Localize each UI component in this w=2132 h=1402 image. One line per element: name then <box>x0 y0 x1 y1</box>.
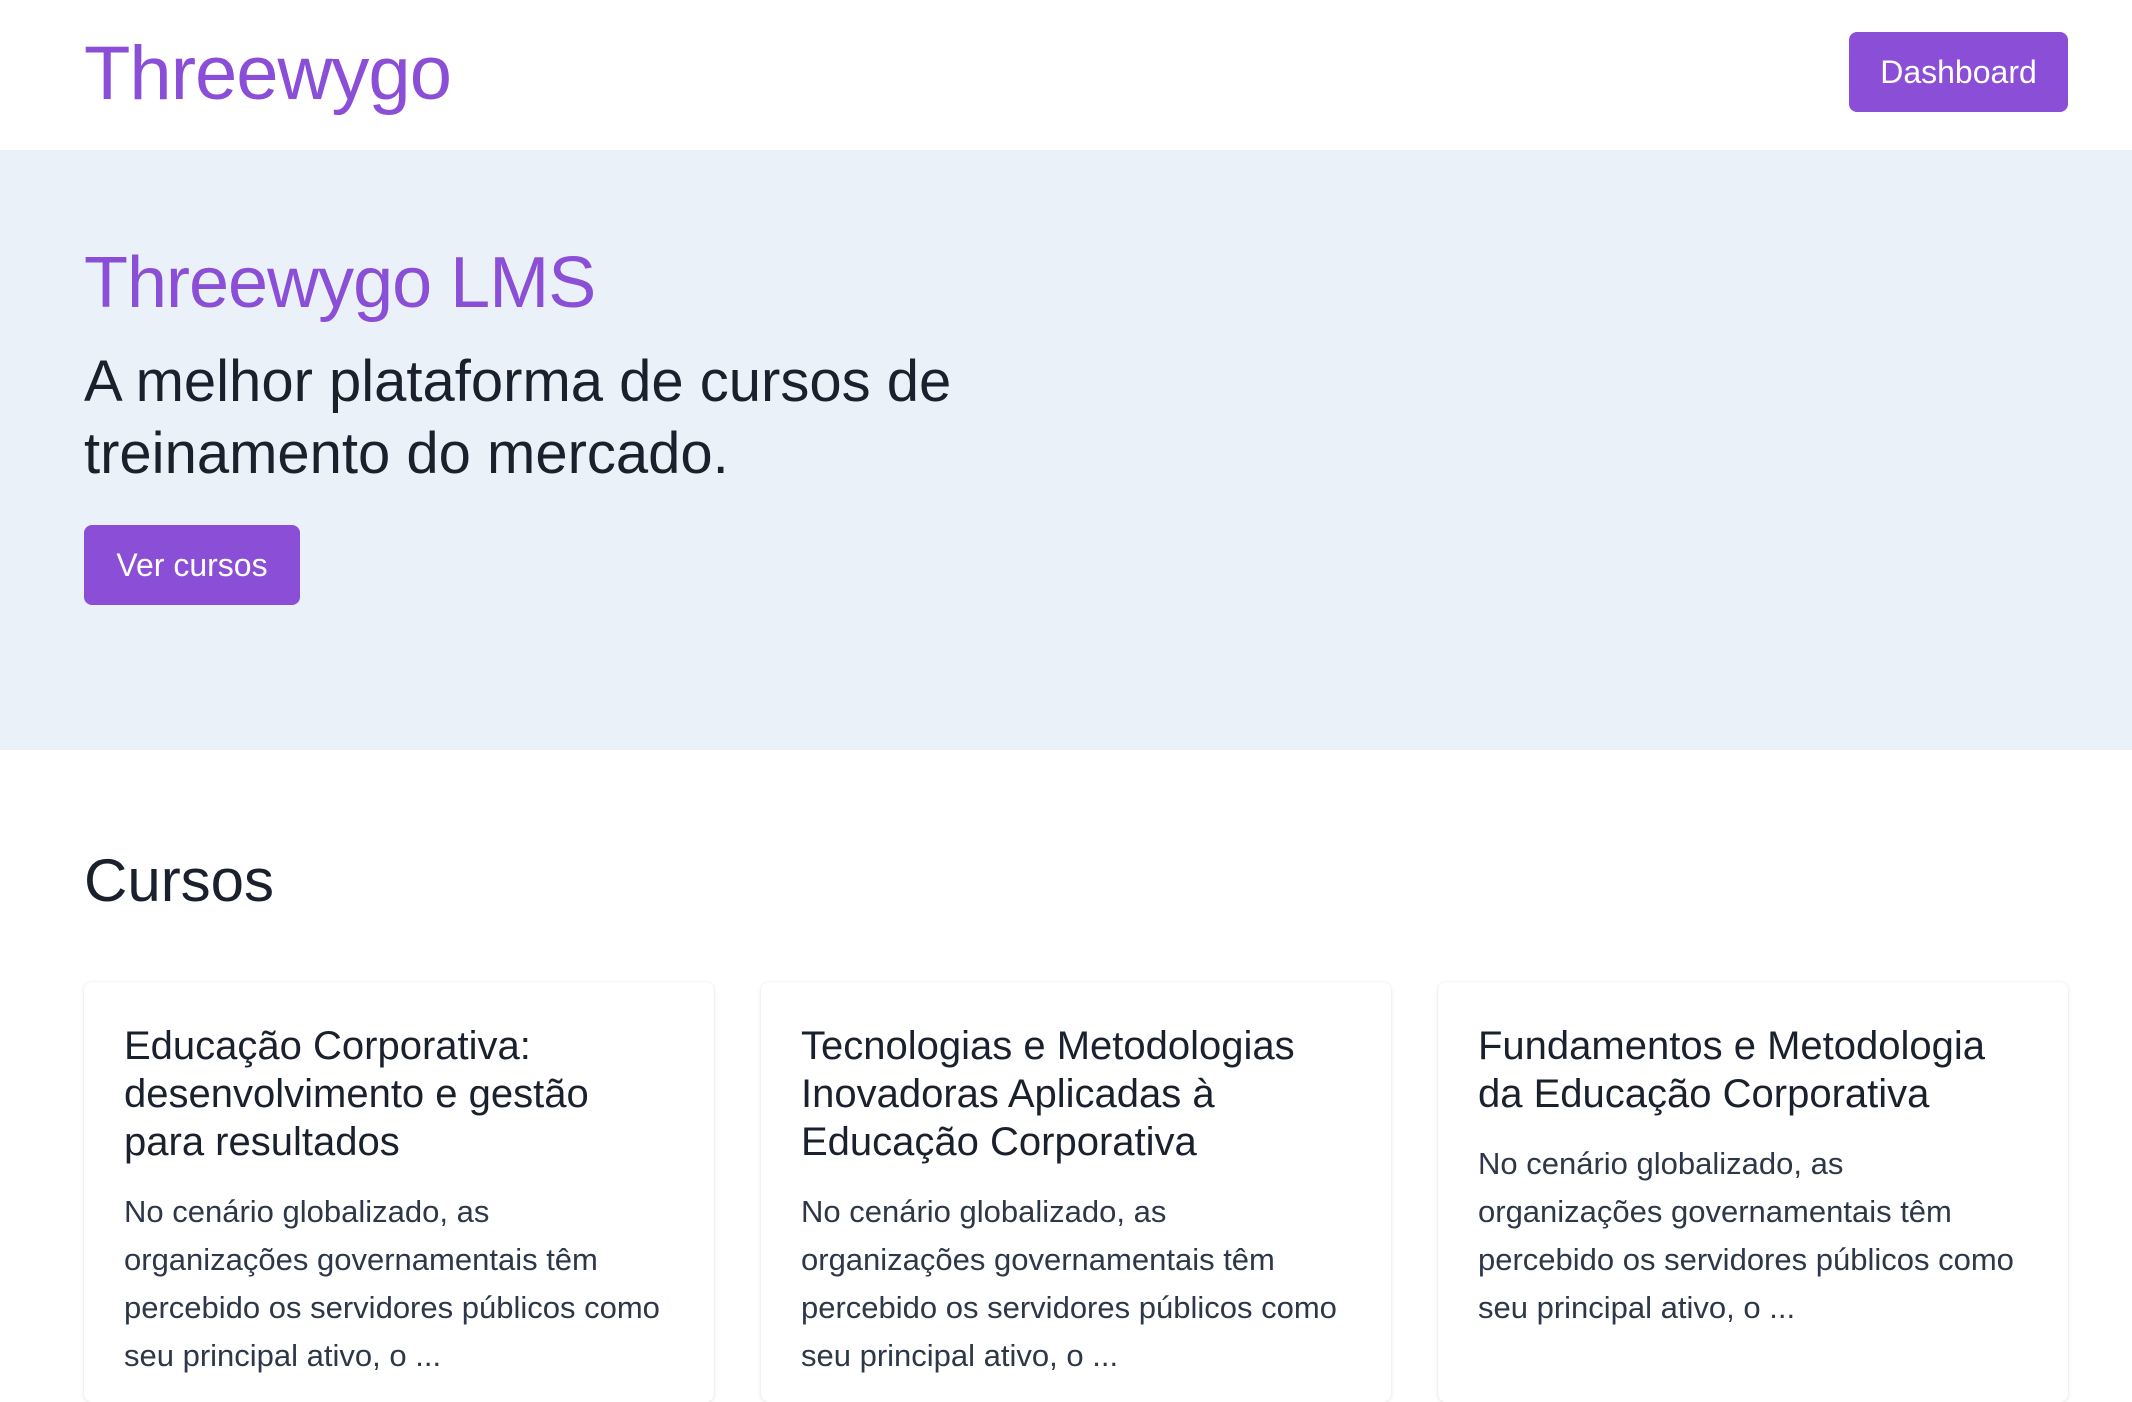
logo[interactable]: Threewygo <box>84 26 452 122</box>
hero-section: Threewygo LMS A melhor plataforma de cur… <box>0 150 2132 750</box>
hero-subtitle: A melhor plataforma de cursos de treinam… <box>84 349 952 486</box>
course-card-title: Tecnologias e Metodologias Inovadoras Ap… <box>801 1024 1295 1164</box>
course-card-title: Fundamentos e Metodologia da Educação Co… <box>1478 1024 1985 1116</box>
dashboard-button[interactable]: Dashboard <box>1849 32 2068 112</box>
course-card-title: Educação Corporativa: desenvolvimento e … <box>124 1024 589 1164</box>
course-card-description: No cenário globalizado, as organizações … <box>801 1194 1337 1373</box>
hero-title: Threewygo LMS <box>84 243 596 323</box>
course-list: Educação Corporativa: desenvolvimento e … <box>84 982 2068 1402</box>
course-card-description: No cenário globalizado, as organizações … <box>124 1194 660 1373</box>
top-header: Threewygo Dashboard <box>0 0 2132 150</box>
course-card[interactable]: Fundamentos e Metodologia da Educação Co… <box>1438 982 2068 1402</box>
courses-section-title: Cursos <box>84 847 275 914</box>
course-card[interactable]: Educação Corporativa: desenvolvimento e … <box>84 982 714 1402</box>
view-courses-button[interactable]: Ver cursos <box>84 525 300 605</box>
course-card[interactable]: Tecnologias e Metodologias Inovadoras Ap… <box>761 982 1391 1402</box>
course-card-description: No cenário globalizado, as organizações … <box>1478 1146 2014 1325</box>
